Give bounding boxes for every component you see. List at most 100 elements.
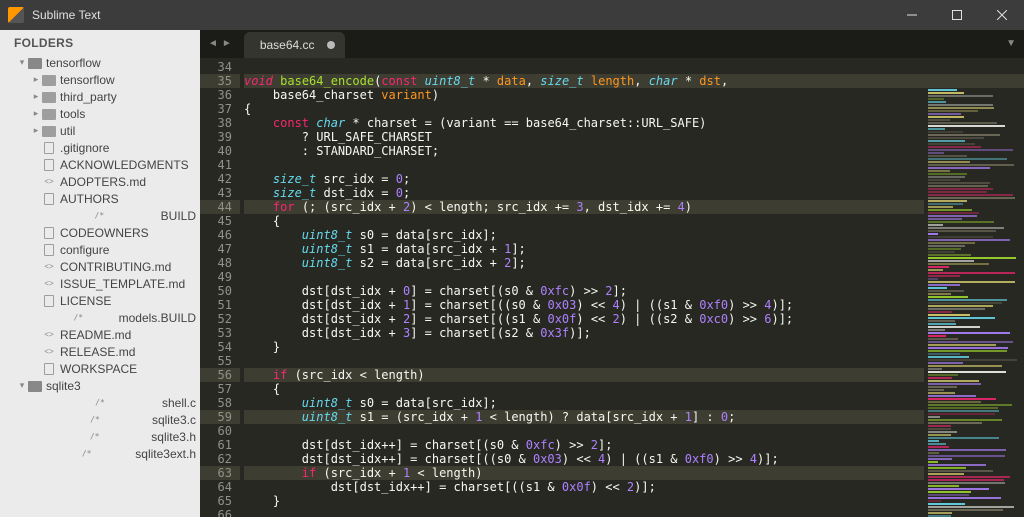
tree-item[interactable]: ▸third_party [0, 88, 200, 105]
code-line[interactable]: } [244, 494, 1024, 508]
tree-item[interactable]: ▸tensorflow [0, 71, 200, 88]
minimap[interactable] [924, 88, 1024, 517]
code-line[interactable]: uint8_t s1 = (src_idx + 1 < length) ? da… [244, 410, 1024, 424]
line-number[interactable]: 38 [200, 116, 240, 130]
code-line[interactable]: uint8_t s2 = data[src_idx + 2]; [244, 256, 1024, 270]
code-line[interactable]: dst[dst_idx++] = charset[((s1 & 0x0f) <<… [244, 480, 1024, 494]
tree-item[interactable]: ADOPTERS.md [0, 173, 200, 190]
line-number[interactable]: 40 [200, 144, 240, 158]
code-line[interactable]: uint8_t s0 = data[src_idx]; [244, 396, 1024, 410]
line-number[interactable]: 46 [200, 228, 240, 242]
tree-item[interactable]: configure [0, 241, 200, 258]
line-number[interactable]: 36 [200, 88, 240, 102]
code-line[interactable]: } [244, 340, 1024, 354]
code-line[interactable]: uint8_t s1 = data[src_idx + 1]; [244, 242, 1024, 256]
gutter[interactable]: 3435363738394041424344454647484950515253… [200, 58, 240, 517]
line-number[interactable]: 52 [200, 312, 240, 326]
next-tab-icon[interactable]: ► [222, 38, 232, 49]
tree-item[interactable]: README.md [0, 326, 200, 343]
line-number[interactable]: 48 [200, 256, 240, 270]
code-line[interactable]: : STANDARD_CHARSET; [244, 144, 1024, 158]
tree-item[interactable]: sqlite3.c [0, 411, 200, 428]
tab-nav-arrows[interactable]: ◄► [200, 30, 240, 58]
line-number[interactable]: 60 [200, 424, 240, 438]
code-line[interactable] [244, 508, 1024, 517]
line-number[interactable]: 61 [200, 438, 240, 452]
code-line[interactable]: ? URL_SAFE_CHARSET [244, 130, 1024, 144]
tabstrip[interactable]: ◄► base64.cc ▼ [200, 30, 1024, 58]
line-number[interactable]: 47 [200, 242, 240, 256]
minimize-button[interactable] [889, 0, 934, 30]
tree-item[interactable]: shell.c [0, 394, 200, 411]
line-number[interactable]: 44 [200, 200, 240, 214]
expand-icon[interactable]: ▸ [30, 108, 42, 119]
code-line[interactable]: if (src_idx < length) [244, 368, 1024, 382]
expand-icon[interactable]: ▾ [16, 57, 28, 68]
line-number[interactable]: 34 [200, 60, 240, 74]
line-number[interactable]: 53 [200, 326, 240, 340]
code-line[interactable]: uint8_t s0 = data[src_idx]; [244, 228, 1024, 242]
code-line[interactable]: if (src_idx + 1 < length) [244, 466, 1024, 480]
line-number[interactable]: 65 [200, 494, 240, 508]
code-line[interactable]: dst[dst_idx + 3] = charset[(s2 & 0x3f)]; [244, 326, 1024, 340]
folder-tree[interactable]: ▾tensorflow▸tensorflow▸third_party▸tools… [0, 54, 200, 517]
expand-icon[interactable]: ▸ [30, 74, 42, 85]
code-line[interactable]: { [244, 102, 1024, 116]
titlebar[interactable]: Sublime Text [0, 0, 1024, 30]
tree-item[interactable]: AUTHORS [0, 190, 200, 207]
code-line[interactable]: dst[dst_idx + 1] = charset[((s0 & 0x03) … [244, 298, 1024, 312]
line-number[interactable]: 51 [200, 298, 240, 312]
tree-item[interactable]: ▸tools [0, 105, 200, 122]
code-line[interactable]: for (; (src_idx + 2) < length; src_idx +… [244, 200, 1024, 214]
line-number[interactable]: 45 [200, 214, 240, 228]
tree-item[interactable]: ▾tensorflow [0, 54, 200, 71]
tree-item[interactable]: RELEASE.md [0, 343, 200, 360]
tree-item[interactable]: LICENSE [0, 292, 200, 309]
line-number[interactable]: 42 [200, 172, 240, 186]
tree-item[interactable]: CONTRIBUTING.md [0, 258, 200, 275]
line-number[interactable]: 55 [200, 354, 240, 368]
code-line[interactable] [244, 424, 1024, 438]
tree-item[interactable]: ▸util [0, 122, 200, 139]
code-area[interactable]: void base64_encode(const uint8_t * data,… [240, 58, 1024, 517]
tree-item[interactable]: WORKSPACE [0, 360, 200, 377]
line-number[interactable]: 35 [200, 74, 240, 88]
line-number[interactable]: 64 [200, 480, 240, 494]
code-line[interactable]: dst[dst_idx + 0] = charset[(s0 & 0xfc) >… [244, 284, 1024, 298]
tab-menu-icon[interactable]: ▼ [1006, 38, 1016, 49]
prev-tab-icon[interactable]: ◄ [208, 38, 218, 49]
tree-item[interactable]: .gitignore [0, 139, 200, 156]
tree-item[interactable]: ISSUE_TEMPLATE.md [0, 275, 200, 292]
code-line[interactable]: size_t src_idx = 0; [244, 172, 1024, 186]
maximize-button[interactable] [934, 0, 979, 30]
code-line[interactable]: const char * charset = (variant == base6… [244, 116, 1024, 130]
close-button[interactable] [979, 0, 1024, 30]
tab-active[interactable]: base64.cc [244, 32, 345, 58]
code-line[interactable]: base64_charset variant) [244, 88, 1024, 102]
line-number[interactable]: 41 [200, 158, 240, 172]
tree-item[interactable]: CODEOWNERS [0, 224, 200, 241]
line-number[interactable]: 58 [200, 396, 240, 410]
line-number[interactable]: 54 [200, 340, 240, 354]
tree-item[interactable]: sqlite3ext.h [0, 445, 200, 462]
line-number[interactable]: 37 [200, 102, 240, 116]
line-number[interactable]: 57 [200, 382, 240, 396]
code-line[interactable] [244, 354, 1024, 368]
expand-icon[interactable]: ▾ [16, 380, 28, 391]
code-line[interactable] [244, 158, 1024, 172]
line-number[interactable]: 39 [200, 130, 240, 144]
line-number[interactable]: 50 [200, 284, 240, 298]
tree-item[interactable]: models.BUILD [0, 309, 200, 326]
expand-icon[interactable]: ▸ [30, 125, 42, 136]
line-number[interactable]: 59 [200, 410, 240, 424]
code-line[interactable]: dst[dst_idx + 2] = charset[((s1 & 0x0f) … [244, 312, 1024, 326]
line-number[interactable]: 49 [200, 270, 240, 284]
expand-icon[interactable]: ▸ [30, 91, 42, 102]
code-line[interactable]: { [244, 382, 1024, 396]
code-line[interactable]: dst[dst_idx++] = charset[(s0 & 0xfc) >> … [244, 438, 1024, 452]
code-line[interactable]: void base64_encode(const uint8_t * data,… [244, 74, 1024, 88]
line-number[interactable]: 43 [200, 186, 240, 200]
line-number[interactable]: 63 [200, 466, 240, 480]
tree-item[interactable]: ACKNOWLEDGMENTS [0, 156, 200, 173]
code-line[interactable] [244, 270, 1024, 284]
